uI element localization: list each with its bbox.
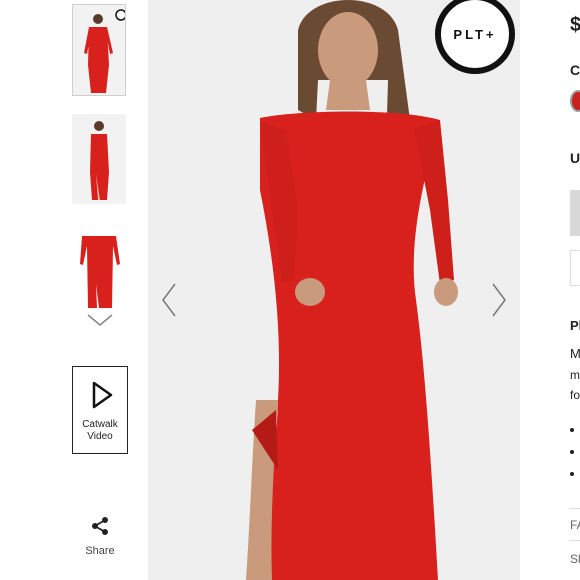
description-line-1: M (570, 346, 580, 361)
share-button[interactable]: Share (80, 516, 120, 557)
description-line-2: m (570, 368, 580, 382)
size-select[interactable] (570, 190, 580, 236)
thumbnail-product[interactable] (72, 222, 126, 314)
secondary-button[interactable] (570, 250, 580, 286)
chevron-down-icon[interactable] (86, 312, 114, 328)
play-icon (92, 381, 113, 409)
model-photo (148, 0, 520, 580)
size-label: U (570, 150, 580, 166)
accordion-faq[interactable]: FA (570, 518, 580, 532)
divider (570, 540, 580, 541)
bullet-3 (570, 472, 574, 476)
colour-swatch-red[interactable] (570, 90, 580, 112)
divider (570, 508, 580, 509)
bullet-2 (570, 450, 574, 454)
catwalk-video-button[interactable]: Catwalk Video (72, 366, 128, 454)
share-label: Share (85, 545, 115, 557)
details-heading: Pl (570, 318, 580, 333)
price: $ (570, 14, 580, 36)
thumbnail-column: Catwalk Video Share (0, 0, 148, 580)
main-product-image[interactable]: PLT+ (148, 0, 520, 580)
share-icon (92, 517, 108, 535)
colour-label: C (570, 62, 580, 78)
catwalk-video-label: Catwalk Video (82, 419, 118, 442)
product-info-panel: $ C U Pl M m fo FA Sl (520, 0, 580, 580)
thumbnail-front[interactable] (72, 4, 126, 96)
thumbnail-side[interactable] (72, 114, 126, 204)
next-image-arrow[interactable] (490, 282, 508, 318)
bullet-1 (570, 428, 574, 432)
previous-image-arrow[interactable] (160, 282, 178, 318)
accordion-shipping[interactable]: Sl (570, 552, 580, 566)
description-line-3: fo (570, 388, 580, 402)
